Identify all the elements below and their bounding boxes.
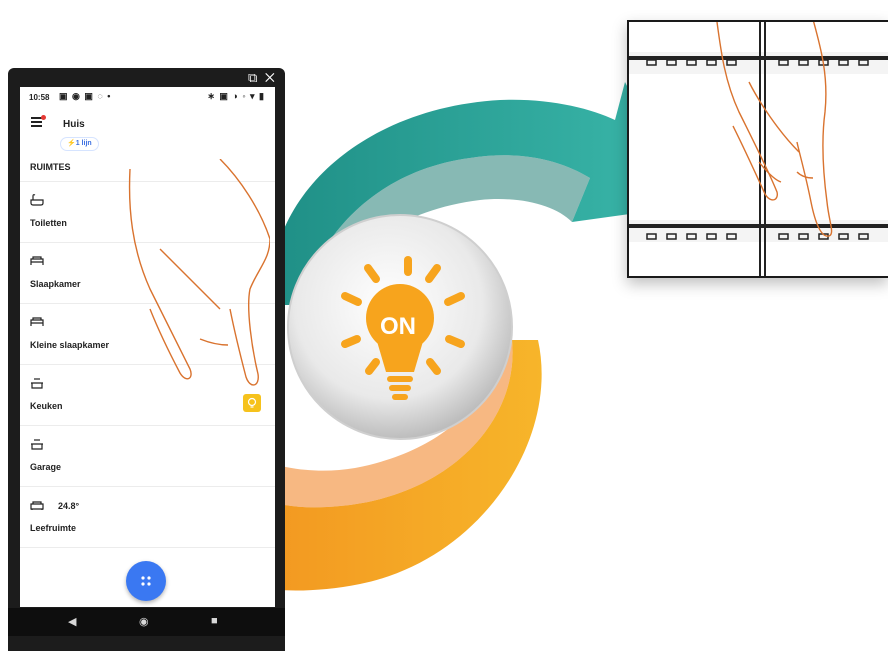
- room-item-leefruimte[interactable]: 24.8° Leefruimte: [20, 486, 275, 548]
- status-left-icons: ▣ ◉ ▣ ◌ •: [59, 91, 112, 101]
- close-icon[interactable]: ✕: [265, 70, 277, 85]
- rooms-heading: RUIMTES: [30, 162, 71, 172]
- room-label: Toiletten: [30, 218, 67, 228]
- grid-dots-icon: [141, 576, 151, 586]
- panel-graphic: [629, 11, 888, 276]
- bed-icon: [30, 256, 44, 265]
- scenarios-fab-button[interactable]: [126, 561, 166, 601]
- room-label: Garage: [30, 462, 62, 472]
- bathtub-icon: [30, 194, 44, 206]
- room-temperature: 24.8°: [58, 501, 80, 511]
- sofa-icon: [30, 501, 44, 510]
- android-nav-bar: ◀ ◉ ■: [8, 608, 285, 636]
- room-item-garage[interactable]: Garage: [20, 425, 275, 486]
- bed-icon: [30, 317, 44, 326]
- notification-dot: [41, 115, 46, 120]
- nav-back-button[interactable]: ◀: [68, 615, 76, 628]
- status-right-icons: ∗ ▣ ◑ ◦ ▾ ▮: [207, 91, 265, 101]
- menu-icon[interactable]: [31, 115, 46, 127]
- status-time: 10:58: [29, 93, 50, 102]
- window-controls: ⧉ ✕: [248, 70, 277, 86]
- room-label: Leefruimte: [30, 523, 77, 533]
- on-label: ON: [380, 313, 416, 340]
- app-screen: 10:58 ▣ ◉ ▣ ◌ • ∗ ▣ ◑ ◦ ▾ ▮ Huis ⚡1 lijn…: [20, 87, 275, 607]
- home-name[interactable]: Huis: [63, 119, 85, 130]
- cooking-pot-icon: [31, 378, 43, 389]
- status-bar: 10:58 ▣ ◉ ▣ ◌ • ∗ ▣ ◑ ◦ ▾ ▮: [20, 87, 275, 107]
- wall-switch-panel[interactable]: [627, 11, 888, 278]
- popout-icon[interactable]: ⧉: [248, 70, 259, 85]
- nav-recents-button[interactable]: ■: [211, 615, 218, 627]
- room-label: Kleine slaapkamer: [30, 340, 110, 350]
- lines-badge[interactable]: ⚡1 lijn: [60, 137, 99, 151]
- room-label: Keuken: [30, 401, 63, 411]
- nav-home-button[interactable]: ◉: [139, 615, 149, 628]
- cooking-pot-icon: [31, 439, 43, 450]
- room-label: Slaapkamer: [30, 279, 81, 289]
- hand-pointing-icon: [128, 159, 270, 386]
